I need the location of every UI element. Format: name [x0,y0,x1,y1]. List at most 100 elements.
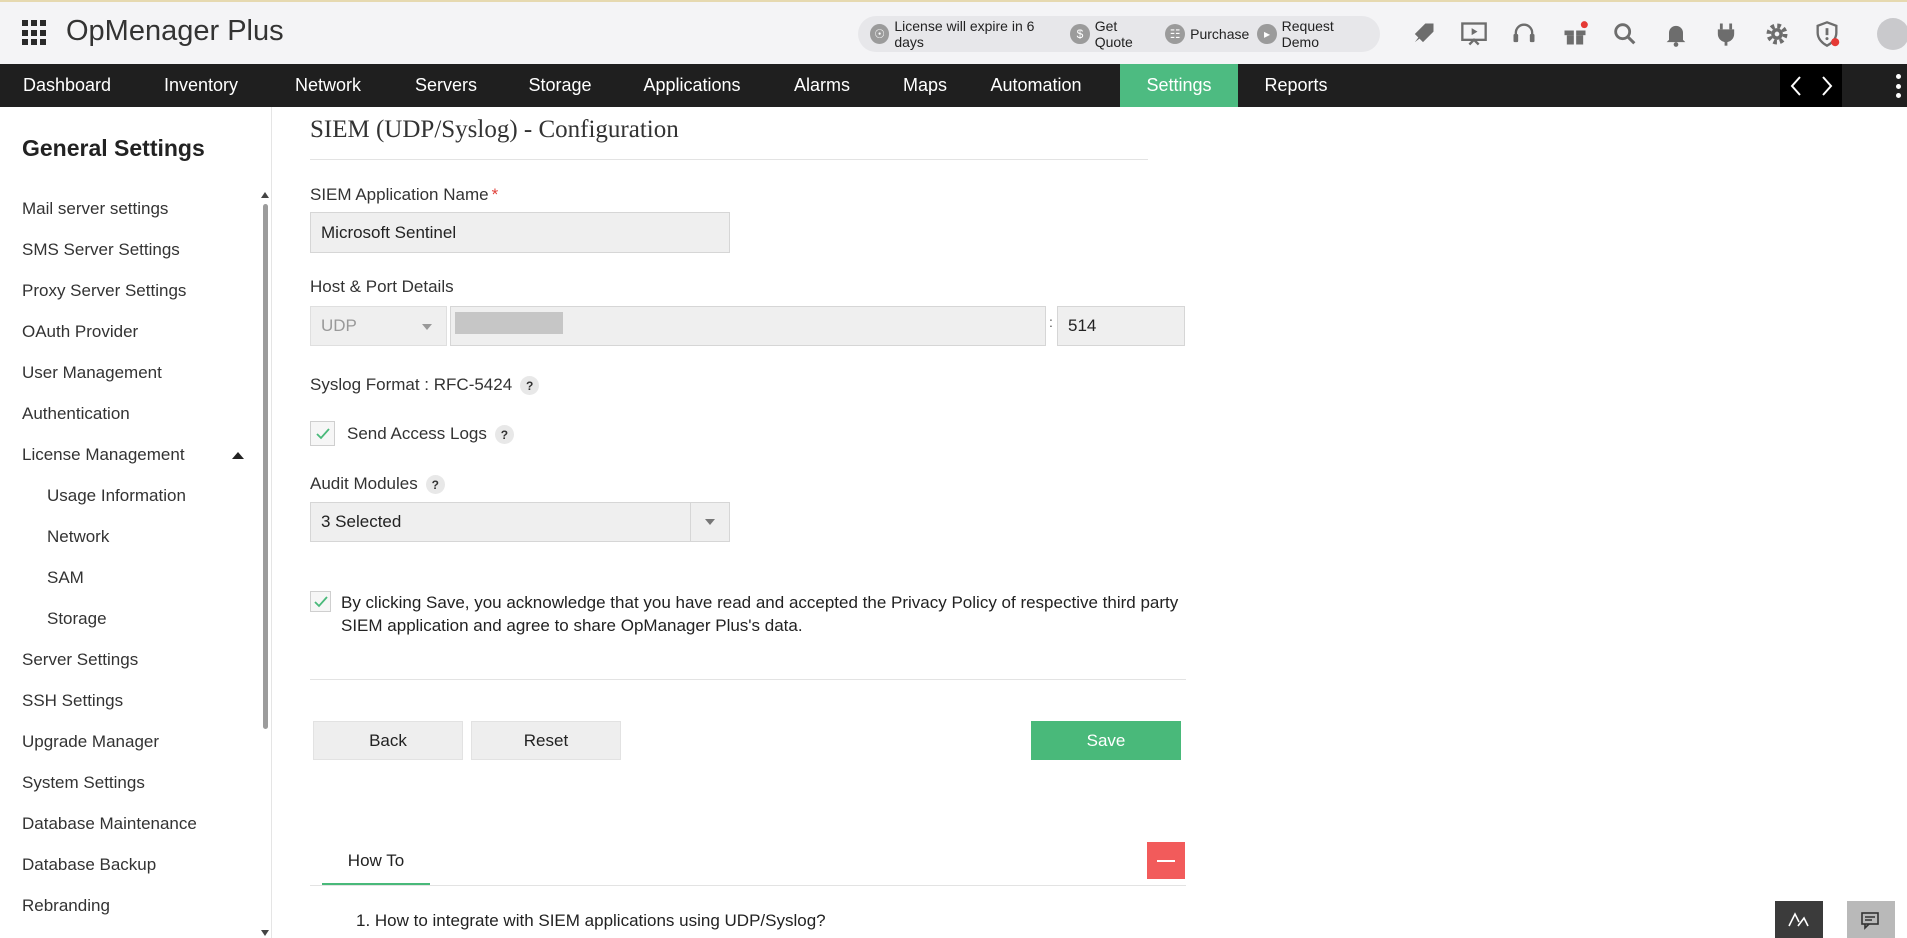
scroll-up-icon[interactable] [261,192,269,198]
howto-item[interactable]: 1. How to integrate with SIEM applicatio… [356,911,826,931]
audit-modules: Audit Modules? [310,474,445,495]
search-icon[interactable] [1600,16,1651,52]
chevron-down-icon [422,324,432,330]
help-icon[interactable]: ? [520,376,540,396]
headset-icon[interactable] [1499,16,1550,52]
translate-icon[interactable] [1775,901,1823,938]
help-icon[interactable]: ? [425,475,445,495]
consent-text: By clicking Save, you acknowledge that y… [341,593,1179,635]
sidebar-item-system-settings[interactable]: System Settings [22,773,145,793]
tab-how-to[interactable]: How To [322,842,430,885]
sidebar-item-ssh-settings[interactable]: SSH Settings [22,691,123,711]
app-name-label: SIEM Application Name * [310,185,498,205]
host-port-label: Host & Port Details [310,277,454,296]
save-button[interactable]: Save [1031,721,1181,760]
cart-icon: ☷ [1165,24,1186,44]
tab-reports[interactable]: Reports [1250,64,1342,107]
form-divider [310,679,1186,680]
sidebar-item-authentication[interactable]: Authentication [22,404,130,424]
app-grid-icon[interactable] [22,20,48,46]
help-icon[interactable]: ? [494,425,514,445]
sidebar-item-sms-server[interactable]: SMS Server Settings [22,240,180,260]
sidebar-item-upgrade-manager[interactable]: Upgrade Manager [22,732,159,752]
select-divider [690,503,691,541]
more-menu-icon[interactable] [1896,74,1902,98]
nav-scroll-arrows [1780,64,1842,107]
audit-modules-select[interactable]: 3 Selected [310,502,730,542]
get-quote-link[interactable]: $ Get Quote [1070,18,1157,50]
sidebar-item-database-backup[interactable]: Database Backup [22,855,156,875]
sidebar-item-database-maintenance[interactable]: Database Maintenance [22,814,197,834]
consent-checkbox[interactable] [310,591,331,612]
caret-up-icon[interactable] [232,452,244,459]
sidebar-item-usage-information[interactable]: Usage Information [47,486,186,506]
app-title: OpMenager Plus [66,15,284,47]
gift-icon[interactable] [1550,16,1601,52]
tab-applications[interactable]: Applications [624,64,760,107]
send-access-logs: Send Access Logs? [347,424,514,445]
chat-icon[interactable] [1847,901,1895,938]
sidebar-item-server-settings[interactable]: Server Settings [22,650,138,670]
tab-settings[interactable]: Settings [1120,64,1238,107]
get-quote-label: Get Quote [1094,18,1133,50]
audit-modules-label: Audit Modules [310,474,418,493]
plug-icon[interactable] [1701,16,1752,52]
tab-alarms[interactable]: Alarms [772,64,872,107]
sidebar-item-storage[interactable]: Storage [47,609,107,629]
sidebar-item-mail-server[interactable]: Mail server settings [22,199,168,219]
rocket-icon[interactable] [1398,16,1449,52]
chevron-down-icon [705,519,715,525]
protocol-select[interactable]: UDP [310,306,447,346]
scroll-down-icon[interactable] [261,930,269,936]
sidebar-item-oauth-provider[interactable]: OAuth Provider [22,322,138,342]
alert-shield-icon[interactable] [1802,16,1853,52]
gear-icon[interactable] [1752,16,1803,52]
request-demo-label: Request Demo [1281,18,1334,50]
sidebar-item-sam[interactable]: SAM [47,568,84,588]
bell-icon[interactable] [1651,16,1702,52]
audit-modules-value: 3 Selected [321,512,402,531]
howto-divider [310,885,1186,886]
reset-button[interactable]: Reset [471,721,621,760]
port-input[interactable]: 514 [1057,306,1185,346]
sidebar-item-license-management[interactable]: License Management [22,445,185,465]
page-title: SIEM (UDP/Syslog) - Configuration [310,116,679,143]
tab-network[interactable]: Network [272,64,384,107]
host-port-separator: : [1049,314,1053,330]
license-status[interactable]: ☉ License will expire in 6 days [870,18,1062,50]
send-access-logs-label: Send Access Logs [347,424,487,443]
sidebar: General Settings Mail server settings SM… [0,107,272,938]
main-nav: Dashboard Inventory Network Servers Stor… [0,64,1907,107]
tab-storage[interactable]: Storage [508,64,612,107]
chevron-left-icon[interactable] [1789,75,1803,97]
header-toolbar [1398,16,1853,52]
sidebar-item-network[interactable]: Network [47,527,109,547]
back-button[interactable]: Back [313,721,463,760]
tab-automation[interactable]: Automation [978,64,1094,107]
chevron-right-icon[interactable] [1820,75,1834,97]
sidebar-item-proxy-server[interactable]: Proxy Server Settings [22,281,186,301]
license-icon: ☉ [870,24,890,44]
required-asterisk: * [491,185,499,204]
request-demo-link[interactable]: ▸ Request Demo [1257,18,1372,50]
license-text: License will expire in 6 days [894,18,1035,50]
avatar[interactable] [1877,18,1907,50]
app-name-label-text: SIEM Application Name [310,185,489,204]
presentation-icon[interactable] [1449,16,1500,52]
tab-servers[interactable]: Servers [396,64,496,107]
protocol-value: UDP [321,316,357,335]
tab-inventory[interactable]: Inventory [146,64,256,107]
sidebar-item-rebranding[interactable]: Rebranding [22,896,110,916]
tab-maps[interactable]: Maps [884,64,966,107]
purchase-label: Purchase [1190,26,1250,42]
sidebar-item-user-management[interactable]: User Management [22,363,162,383]
dollar-icon: $ [1070,24,1090,44]
tab-dashboard[interactable]: Dashboard [0,64,134,107]
collapse-button[interactable] [1147,842,1185,879]
sidebar-scrollbar[interactable] [263,204,268,729]
title-divider [310,159,1148,160]
app-name-input[interactable]: Microsoft Sentinel [310,212,730,253]
purchase-link[interactable]: ☷ Purchase [1165,24,1249,44]
send-access-logs-checkbox[interactable] [310,421,335,446]
syslog-format-text: Syslog Format : RFC-5424 [310,375,513,394]
